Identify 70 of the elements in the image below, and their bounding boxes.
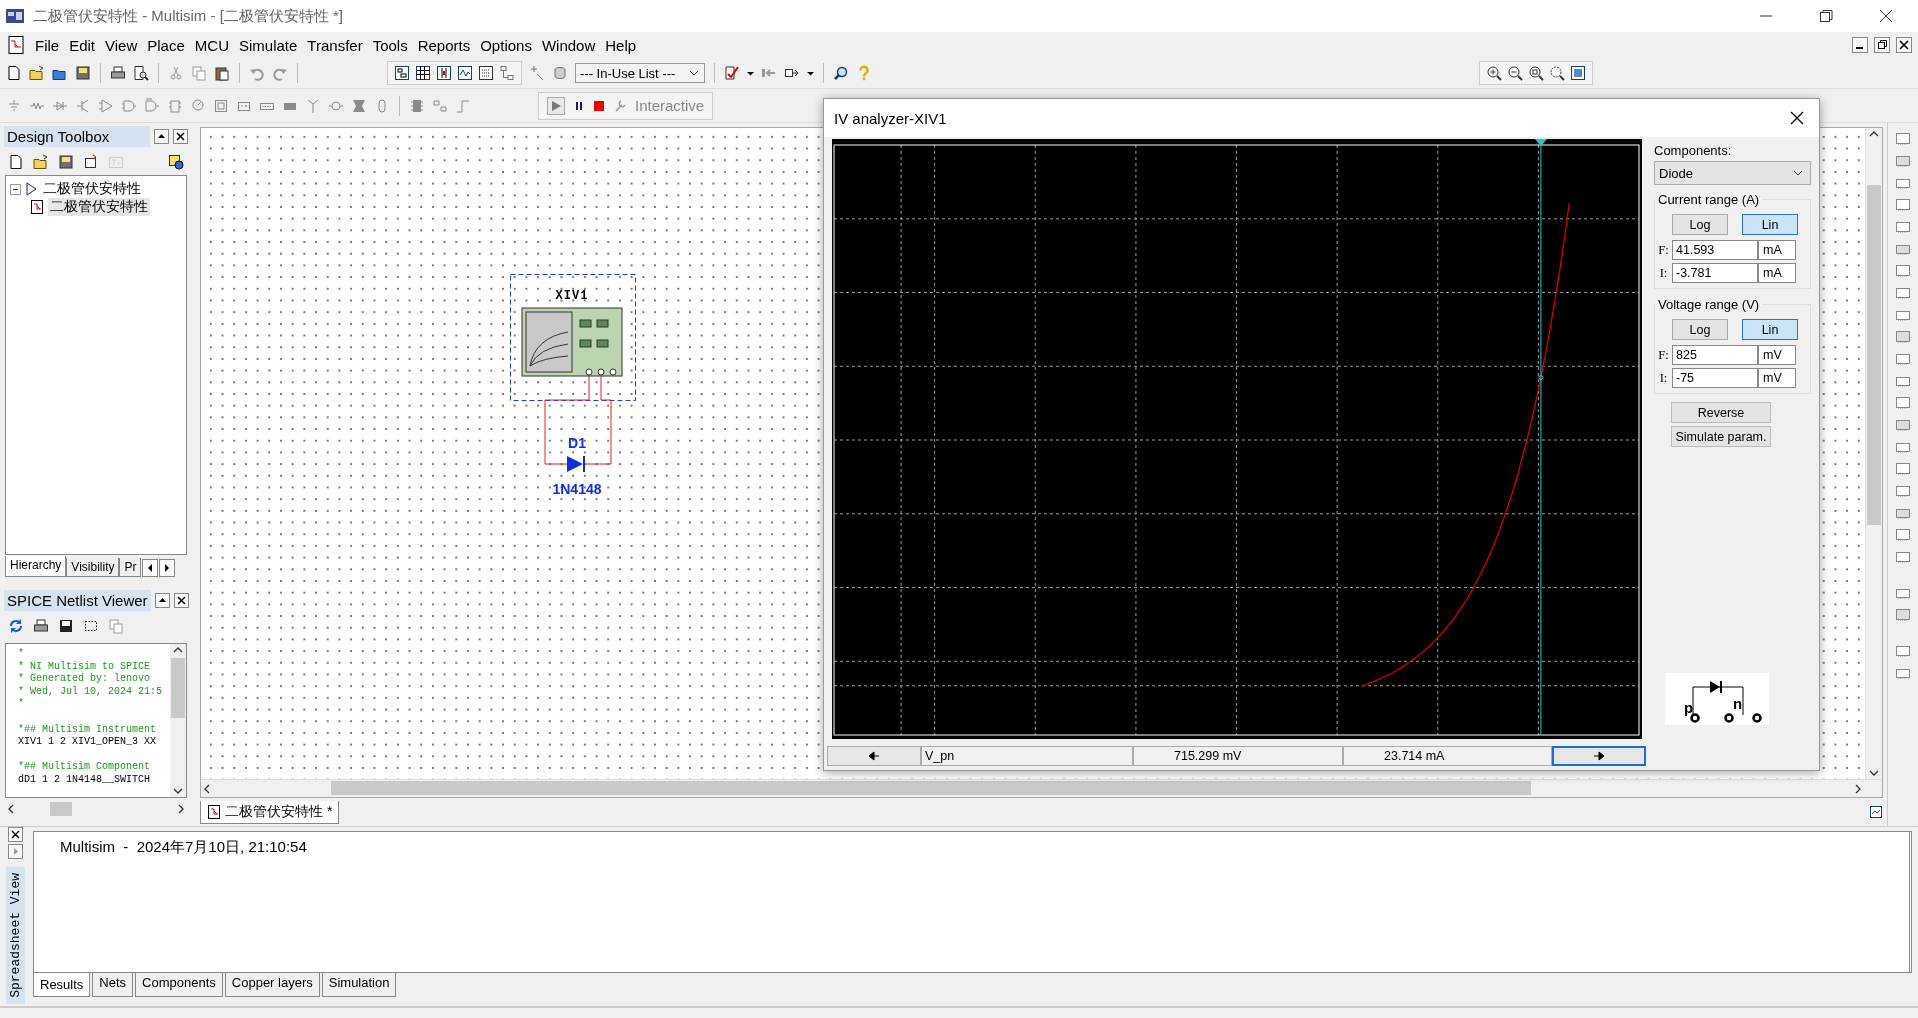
spreadsheet-tab[interactable]: Nets — [92, 973, 134, 997]
tree-item[interactable]: 二极管伏安特性 — [41, 180, 143, 198]
field-label: F: — [1657, 347, 1670, 363]
simulation-mode-label: Interactive — [635, 97, 705, 114]
netlist-line: * NI Multisim to SPICE — [18, 660, 152, 673]
component-dropdown[interactable]: Diode — [1654, 161, 1811, 185]
menu-item[interactable]: Tools — [367, 36, 413, 54]
unit-label: mV — [1758, 368, 1796, 388]
input-field[interactable]: -3.781 — [1672, 263, 1758, 283]
group-title: Current range (A) — [1657, 192, 1761, 207]
spreadsheet-tab[interactable]: Components — [135, 973, 223, 997]
menu-item[interactable]: Simulate — [234, 36, 303, 54]
scale-button[interactable]: Lin — [1742, 214, 1798, 235]
panel-title: Spreadsheet View — [5, 867, 25, 1004]
unit-label: mA — [1758, 240, 1796, 260]
menu-item[interactable]: Edit — [64, 36, 101, 54]
group-title: Voltage range (V) — [1657, 297, 1761, 312]
spreadsheet-tab[interactable]: Simulation — [321, 973, 397, 997]
window-title: 二极管伏安特性 - Multisim - [二极管伏安特性 *] — [33, 6, 343, 26]
netlist-line: *## Multisim Instrument — [18, 723, 158, 737]
menu-item[interactable]: Help — [600, 36, 642, 54]
netlist-line: XIV1 1 2 XIV1_OPEN_3 XX — [18, 736, 158, 749]
component-reference: D1 — [568, 435, 586, 451]
menu-item[interactable]: Transfer — [302, 36, 368, 54]
menu-item[interactable]: View — [100, 36, 143, 54]
field-label: I: — [1658, 370, 1669, 386]
instrument-label: XIV1 — [555, 289, 589, 303]
tree-item[interactable]: 二极管伏安特性 — [48, 198, 150, 216]
netlist-line: * — [18, 648, 25, 661]
list-dropdown[interactable]: --- In-Use List --- — [575, 63, 705, 83]
document-tab[interactable]: 二极管伏安特性 * — [200, 800, 340, 824]
panel-tab[interactable]: Hierarchy — [5, 556, 67, 577]
menu-item[interactable]: Reports — [412, 36, 476, 54]
action-button[interactable]: Simulate param. — [1671, 426, 1771, 447]
field-label: F: — [1657, 242, 1670, 258]
netlist-line: * — [18, 698, 25, 711]
panel-title: SPICE Netlist Viewer — [4, 589, 151, 611]
field-label: I: — [1658, 265, 1669, 281]
current-readout: 23.714 mA — [1343, 746, 1552, 766]
panel-tab[interactable]: Visibility — [66, 558, 120, 577]
menu-item[interactable]: Options — [475, 36, 537, 54]
panel-title: Design Toolbox — [4, 125, 150, 147]
readout-name: V_pn — [921, 746, 1133, 766]
menu-item[interactable]: Place — [142, 36, 190, 54]
spreadsheet-tab[interactable]: Copper layers — [224, 973, 320, 997]
scale-button[interactable]: Log — [1672, 214, 1728, 235]
terminal-label: p — [1684, 699, 1694, 716]
menu-item[interactable]: Window — [536, 36, 601, 54]
scale-button[interactable]: Lin — [1742, 319, 1798, 340]
netlist-line: dD1 1 2 1N4148__SWITCH — [18, 773, 152, 787]
netlist-line: * Wed, Jul 10, 2024 21:5 — [18, 685, 164, 698]
unit-label: mA — [1758, 263, 1796, 283]
window-title: IV analyzer-XIV1 — [834, 109, 947, 127]
scale-button[interactable]: Log — [1672, 319, 1728, 340]
terminal-label: n — [1733, 695, 1743, 712]
menu-item[interactable]: File — [30, 36, 65, 54]
input-field[interactable]: 825 — [1672, 345, 1758, 365]
action-button[interactable]: Reverse — [1671, 402, 1771, 423]
input-field[interactable]: -75 — [1672, 368, 1758, 388]
netlist-line: * Generated by: lenovo — [18, 673, 152, 686]
netlist-line: *## Multisim Component — [18, 761, 152, 774]
menu-item[interactable]: MCU — [189, 36, 234, 54]
spreadsheet-tab[interactable]: Results — [33, 973, 91, 997]
components-label: Components: — [1654, 143, 1732, 158]
result-message: Multisim - 2024年7月10日, 21:10:54 — [60, 838, 307, 857]
component-value: 1N4148 — [552, 481, 602, 497]
unit-label: mV — [1758, 345, 1796, 365]
input-field[interactable]: 41.593 — [1672, 240, 1758, 260]
voltage-readout: 715.299 mV — [1133, 746, 1343, 766]
panel-tab[interactable]: Pr — [119, 558, 142, 577]
